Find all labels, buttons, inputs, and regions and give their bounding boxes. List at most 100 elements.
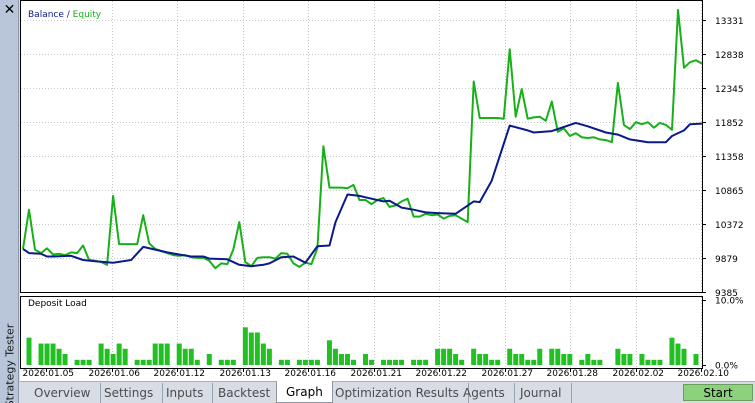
tab-label: Optimization Results — [335, 386, 459, 400]
deposit-load-bar — [344, 353, 350, 365]
deposit-load-bar — [537, 348, 543, 365]
deposit-load-bar — [525, 359, 531, 365]
deposit-load-bar — [549, 348, 555, 365]
tab-label: Overview — [34, 386, 91, 400]
x-tick-label: 2026.01.21 — [351, 369, 403, 379]
y-tick-label: 11358 — [715, 153, 744, 163]
tab-agents[interactable]: Agents — [454, 383, 515, 403]
x-tick-label: 2026.02.02 — [613, 369, 665, 379]
deposit-load-label: Deposit Load — [28, 299, 87, 309]
deposit-load-bar — [116, 343, 122, 365]
tab-settings[interactable]: Settings — [95, 383, 164, 403]
graph-area: 9385 9879 10372 10865 11358 11852 12345 12838 13… — [20, 0, 755, 381]
deposit-load-bar — [381, 359, 387, 365]
y-tick-label: 9879 — [715, 255, 738, 265]
start-button[interactable]: Start — [683, 384, 753, 401]
x-tick-label: 2026.01.27 — [482, 369, 534, 379]
deposit-load-bar — [56, 348, 62, 365]
deposit-load-bar — [104, 348, 110, 365]
tab-bar: Overview Settings Inputs Backtest Graph … — [20, 381, 755, 403]
deposit-load-bar — [62, 353, 68, 365]
side-panel: ✕ Strategy Tester — [0, 0, 19, 403]
y-tick-label: 12838 — [715, 51, 744, 61]
deposit-load-bar — [495, 359, 501, 365]
deposit-load-bar — [224, 359, 230, 365]
deposit-load-bar — [332, 348, 338, 365]
deposit-load-bar — [164, 343, 170, 365]
deposit-load-bar — [399, 359, 405, 365]
tab-label: Backtest — [218, 386, 271, 400]
deposit-load-bar — [254, 332, 260, 365]
deposit-load-bar — [98, 343, 104, 365]
deposit-load-bar — [657, 359, 663, 365]
deposit-load-bar — [38, 343, 44, 365]
deposit-load-bar — [621, 353, 627, 365]
deposit-load-bar — [393, 359, 399, 365]
deposit-load-bar — [26, 337, 32, 365]
deposit-load-bar — [681, 348, 687, 365]
tab-label: Graph — [286, 384, 323, 399]
deposit-load-bar — [296, 359, 302, 365]
deposit-load-bar — [669, 337, 675, 365]
legend: Balance / Equity — [28, 10, 102, 20]
deposit-load-bar — [531, 359, 537, 365]
deposit-load-bar — [597, 359, 603, 365]
x-tick-label: 2026.01.05 — [23, 369, 75, 379]
x-tick-label: 2026.01.06 — [89, 369, 141, 379]
balance-equity-chart: 9385987910372108651135811852123451283813… — [20, 0, 744, 379]
deposit-load-bar — [417, 359, 423, 365]
deposit-load-bar — [302, 359, 308, 365]
deposit-load-bar — [134, 359, 140, 365]
deposit-load-bar — [483, 353, 489, 365]
deposit-load-bar — [489, 359, 495, 365]
deposit-load-bar — [441, 348, 447, 365]
tab-label: Journal — [520, 386, 562, 400]
deposit-load-bar — [627, 353, 633, 365]
deposit-load-bar — [471, 348, 477, 365]
deposit-load-bar — [86, 359, 92, 365]
main-chart-frame — [20, 0, 703, 293]
deposit-load-bar — [74, 359, 80, 365]
deposit-load-bar — [218, 359, 224, 365]
deposit-load-bar — [435, 348, 441, 365]
close-icon[interactable]: ✕ — [1, 1, 18, 18]
deposit-load-bar — [651, 359, 657, 365]
tab-graph[interactable]: Graph — [276, 381, 333, 403]
deposit-load-bar — [693, 353, 699, 365]
equity-line — [22, 8, 703, 270]
deposit-load-bar — [176, 343, 182, 365]
deposit-load-bar — [507, 348, 513, 365]
deposit-load-bar — [248, 332, 254, 365]
deposit-load-bar — [110, 353, 116, 365]
tab-journal[interactable]: Journal — [511, 383, 572, 403]
deposit-load-bar — [44, 343, 50, 365]
x-tick-label: 2026.01.12 — [154, 369, 206, 379]
deposit-load-bar — [152, 343, 158, 365]
deposit-load-bar — [206, 353, 212, 365]
deposit-load-bar — [242, 327, 248, 365]
deposit-load-bar — [615, 348, 621, 365]
tab-optimization-results[interactable]: Optimization Results — [326, 383, 469, 403]
deposit-load-bar — [338, 353, 344, 365]
panel-title-text: Strategy Tester — [3, 323, 16, 403]
deposit-load-bar — [387, 359, 393, 365]
x-tick-label: 2026.01.22 — [416, 369, 468, 379]
deposit-load-bar — [284, 359, 290, 365]
deposit-load-bar — [561, 353, 567, 365]
y-tick-label: 10865 — [715, 187, 744, 197]
deposit-load-bar — [363, 353, 369, 365]
tab-overview[interactable]: Overview — [25, 383, 101, 403]
deposit-load-bar — [477, 353, 483, 365]
deposit-load-bar — [447, 348, 453, 365]
deposit-load-bar — [519, 353, 525, 365]
tab-inputs[interactable]: Inputs — [157, 383, 214, 403]
y-tick-label: 10372 — [715, 221, 744, 231]
deposit-load-bar — [369, 359, 375, 365]
tab-backtest[interactable]: Backtest — [209, 383, 281, 403]
deposit-load-bar — [140, 359, 146, 365]
deposit-load-bar — [555, 348, 561, 365]
deposit-load-bar — [579, 359, 585, 365]
deposit-load-bar — [567, 353, 573, 365]
deposit-load-bar — [188, 348, 194, 365]
deposit-load-bar — [639, 353, 645, 365]
